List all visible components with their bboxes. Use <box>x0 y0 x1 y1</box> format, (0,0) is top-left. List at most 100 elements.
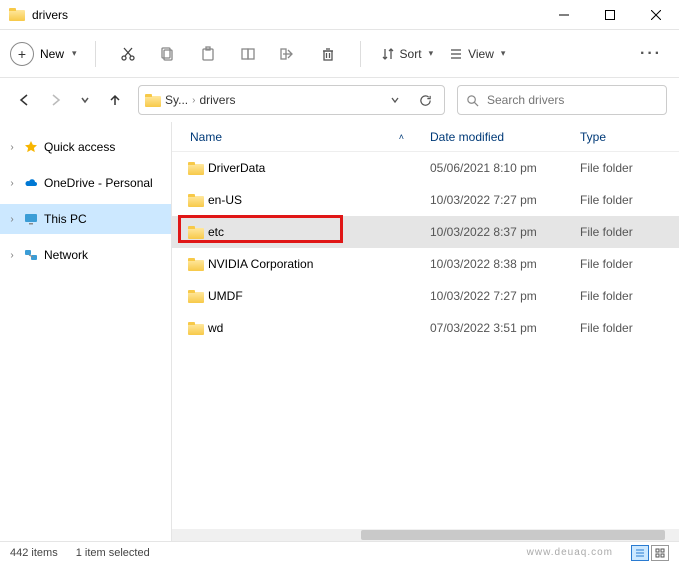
file-list-pane: Name ˄ Date modified Type DriverData 05/… <box>172 122 679 541</box>
file-name: UMDF <box>208 289 430 303</box>
sidebar-item-quick-access[interactable]: › Quick access <box>0 132 171 162</box>
paste-button[interactable] <box>190 36 226 72</box>
maximize-button[interactable] <box>587 0 633 29</box>
sidebar-item-label: OneDrive - Personal <box>44 176 153 190</box>
file-type: File folder <box>580 257 679 271</box>
file-row[interactable]: NVIDIA Corporation 10/03/2022 8:38 pm Fi… <box>172 248 679 280</box>
folder-icon <box>145 94 161 107</box>
folder-icon <box>184 322 208 335</box>
file-name: en-US <box>208 193 430 207</box>
command-bar: + New ▾ <box>0 30 679 78</box>
delete-button[interactable] <box>310 36 346 72</box>
address-bar[interactable]: Sy... › drivers <box>138 85 445 115</box>
file-list[interactable]: DriverData 05/06/2021 8:10 pm File folde… <box>172 152 679 529</box>
copy-button[interactable] <box>150 36 186 72</box>
file-name: etc <box>208 225 430 239</box>
overflow-button[interactable]: ··· <box>633 36 669 72</box>
file-row[interactable]: etc 10/03/2022 8:37 pm File folder <box>172 216 679 248</box>
forward-button[interactable] <box>42 87 68 113</box>
folder-icon <box>184 226 208 239</box>
column-headers: Name ˄ Date modified Type <box>172 122 679 152</box>
column-header-date[interactable]: Date modified <box>430 130 580 144</box>
search-icon <box>466 94 479 107</box>
view-button[interactable]: View ▾ <box>443 36 511 72</box>
network-icon <box>22 248 40 262</box>
chevron-right-icon: › <box>192 95 195 106</box>
status-item-count: 442 items <box>10 547 58 559</box>
sidebar-item-label: Quick access <box>44 140 115 154</box>
file-row[interactable]: wd 07/03/2022 3:51 pm File folder <box>172 312 679 344</box>
chevron-right-icon[interactable]: › <box>6 178 18 189</box>
watermark: www.deuaq.com <box>527 547 613 558</box>
new-label: New <box>40 47 64 61</box>
refresh-button[interactable] <box>412 94 438 107</box>
file-row[interactable]: DriverData 05/06/2021 8:10 pm File folde… <box>172 152 679 184</box>
horizontal-scrollbar[interactable] <box>172 529 679 541</box>
share-button[interactable] <box>270 36 306 72</box>
sidebar-item-label: Network <box>44 248 88 262</box>
new-button[interactable]: + New ▾ <box>10 42 77 66</box>
separator <box>360 41 361 67</box>
file-row[interactable]: UMDF 10/03/2022 7:27 pm File folder <box>172 280 679 312</box>
cut-button[interactable] <box>110 36 146 72</box>
view-label: View <box>468 47 494 61</box>
chevron-right-icon[interactable]: › <box>6 250 18 261</box>
cloud-icon <box>22 176 40 190</box>
plus-icon: + <box>10 42 34 66</box>
chevron-down-icon: ▾ <box>429 48 434 59</box>
navigation-bar: Sy... › drivers <box>0 78 679 122</box>
details-view-button[interactable] <box>631 545 649 561</box>
file-name: wd <box>208 321 430 335</box>
file-date: 10/03/2022 8:37 pm <box>430 225 580 239</box>
breadcrumb-segment[interactable]: drivers <box>199 93 235 107</box>
separator <box>95 41 96 67</box>
up-button[interactable] <box>102 87 128 113</box>
file-date: 10/03/2022 8:38 pm <box>430 257 580 271</box>
chevron-right-icon[interactable]: › <box>6 214 18 225</box>
file-date: 05/06/2021 8:10 pm <box>430 161 580 175</box>
status-selection: 1 item selected <box>76 547 150 559</box>
folder-icon <box>184 162 208 175</box>
window-title: drivers <box>32 8 541 22</box>
folder-icon <box>184 194 208 207</box>
file-type: File folder <box>580 193 679 207</box>
file-date: 10/03/2022 7:27 pm <box>430 289 580 303</box>
folder-icon <box>184 258 208 271</box>
file-name: NVIDIA Corporation <box>208 257 430 271</box>
monitor-icon <box>22 212 40 226</box>
folder-icon <box>8 6 26 24</box>
sort-icon <box>381 47 395 61</box>
list-icon <box>449 47 463 61</box>
recent-locations-button[interactable] <box>72 87 98 113</box>
chevron-right-icon[interactable]: › <box>6 142 18 153</box>
column-header-type[interactable]: Type <box>580 130 679 144</box>
chevron-down-icon: ▾ <box>72 48 77 59</box>
sidebar-item-network[interactable]: › Network <box>0 240 171 270</box>
file-type: File folder <box>580 161 679 175</box>
sidebar-item-onedrive[interactable]: › OneDrive - Personal <box>0 168 171 198</box>
sort-label: Sort <box>400 47 422 61</box>
file-type: File folder <box>580 289 679 303</box>
search-box[interactable] <box>457 85 667 115</box>
search-input[interactable] <box>485 92 658 108</box>
column-header-name[interactable]: Name ˄ <box>190 130 430 144</box>
title-bar: drivers <box>0 0 679 30</box>
sidebar-item-label: This PC <box>44 212 87 226</box>
breadcrumb-segment[interactable]: Sy... <box>165 93 188 107</box>
status-bar: 442 items 1 item selected www.deuaq.com <box>0 541 679 563</box>
file-name: DriverData <box>208 161 430 175</box>
file-type: File folder <box>580 321 679 335</box>
file-row[interactable]: en-US 10/03/2022 7:27 pm File folder <box>172 184 679 216</box>
star-icon <box>22 140 40 154</box>
back-button[interactable] <box>12 87 38 113</box>
minimize-button[interactable] <box>541 0 587 29</box>
sidebar-item-this-pc[interactable]: › This PC <box>0 204 171 234</box>
sort-ascending-icon: ˄ <box>399 132 404 142</box>
large-icons-view-button[interactable] <box>651 545 669 561</box>
rename-button[interactable] <box>230 36 266 72</box>
sort-button[interactable]: Sort ▾ <box>375 36 440 72</box>
address-dropdown-button[interactable] <box>382 95 408 105</box>
close-button[interactable] <box>633 0 679 29</box>
file-date: 10/03/2022 7:27 pm <box>430 193 580 207</box>
folder-icon <box>184 290 208 303</box>
